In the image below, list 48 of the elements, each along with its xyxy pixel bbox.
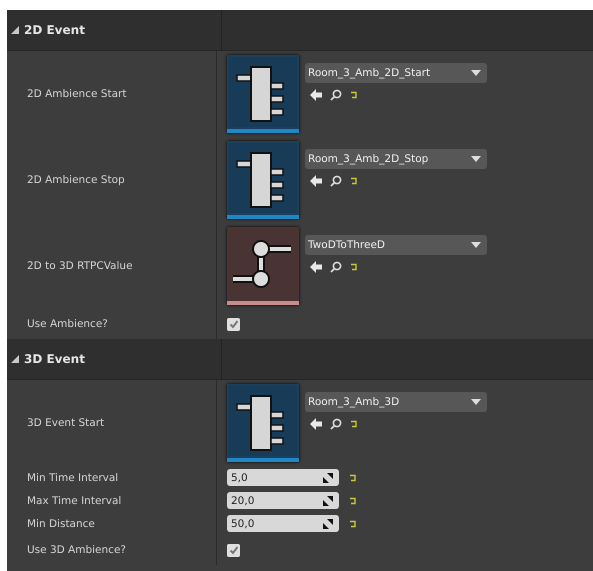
arrow-left-icon[interactable]: [310, 175, 322, 187]
asset-dropdown[interactable]: Room_3_Amb_3D: [305, 392, 487, 412]
property-label: Use 3D Ambience?: [27, 544, 126, 556]
asset-dropdown[interactable]: Room_3_Amb_2D_Stop: [305, 149, 487, 169]
number-field[interactable]: 20,0: [227, 492, 339, 509]
property-label: 3D Event Start: [27, 417, 104, 429]
property-label: Use Ambience?: [27, 318, 108, 330]
checkbox[interactable]: [227, 318, 240, 330]
resize-icon[interactable]: [323, 472, 333, 482]
search-icon[interactable]: [330, 175, 342, 187]
section-title: 3D Event: [24, 352, 85, 366]
caret-icon: [471, 242, 481, 248]
rtpc-thumbnail-icon[interactable]: [227, 227, 299, 305]
caret-icon: [471, 156, 481, 162]
search-icon[interactable]: [330, 418, 342, 430]
collapse-arrow-icon[interactable]: [11, 355, 19, 363]
reset-icon[interactable]: [350, 420, 358, 428]
event-thumbnail-icon[interactable]: [227, 141, 299, 219]
collapse-arrow-icon[interactable]: [11, 26, 19, 34]
reset-icon[interactable]: [350, 263, 358, 271]
reset-icon[interactable]: [349, 496, 357, 504]
number-field[interactable]: 5,0: [227, 469, 339, 486]
reset-icon[interactable]: [350, 91, 358, 99]
event-thumbnail-icon[interactable]: [227, 384, 299, 462]
reset-icon[interactable]: [349, 520, 357, 528]
arrow-left-icon[interactable]: [310, 418, 322, 430]
asset-dropdown[interactable]: Room_3_Amb_2D_Start: [305, 63, 487, 83]
property-label: Max Time Interval: [27, 494, 122, 506]
property-label: 2D Ambience Stop: [27, 174, 125, 186]
arrow-left-icon[interactable]: [310, 261, 322, 273]
number-field[interactable]: 50,0: [227, 515, 339, 532]
property-label: 2D to 3D RTPCValue: [27, 260, 133, 272]
resize-icon[interactable]: [323, 518, 333, 528]
resize-icon[interactable]: [323, 496, 333, 506]
caret-icon: [471, 70, 481, 76]
search-icon[interactable]: [330, 261, 342, 273]
caret-icon: [471, 399, 481, 405]
reset-icon[interactable]: [349, 474, 357, 482]
reset-icon[interactable]: [350, 177, 358, 185]
property-label: Min Time Interval: [27, 472, 118, 484]
arrow-left-icon[interactable]: [310, 89, 322, 101]
property-label: 2D Ambience Start: [27, 88, 126, 100]
search-icon[interactable]: [330, 89, 342, 101]
property-label: Min Distance: [27, 518, 95, 530]
checkbox[interactable]: [227, 544, 240, 556]
event-thumbnail-icon[interactable]: [227, 55, 299, 133]
asset-dropdown[interactable]: TwoDToThreeD: [305, 235, 487, 255]
section-title: 2D Event: [24, 23, 85, 37]
